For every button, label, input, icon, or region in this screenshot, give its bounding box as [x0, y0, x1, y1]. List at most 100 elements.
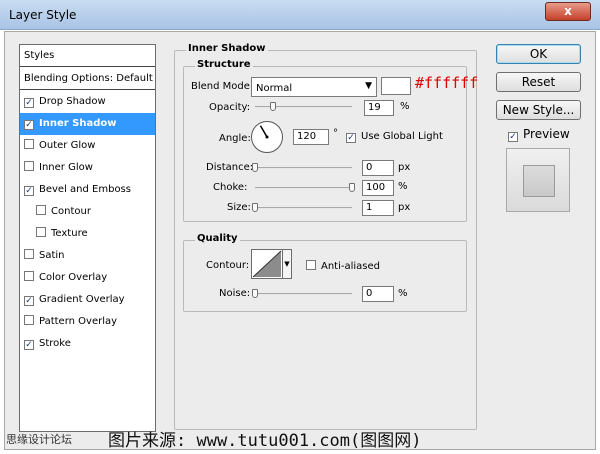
- watermark-site: 思缘设计论坛: [6, 433, 72, 446]
- outer-glow-checkbox[interactable]: [24, 139, 34, 149]
- opacity-label: Opacity:: [209, 102, 251, 113]
- sidebar-item-stroke[interactable]: ✓ Stroke: [20, 333, 155, 355]
- texture-checkbox[interactable]: [36, 227, 46, 237]
- opacity-unit: %: [400, 101, 410, 112]
- preview-swatch: [523, 165, 555, 197]
- styles-list: Styles Blending Options: Default ✓ Drop S…: [19, 44, 156, 432]
- sidebar-item-label: Drop Shadow: [39, 96, 106, 107]
- choke-input[interactable]: 100: [362, 180, 394, 196]
- anti-aliased[interactable]: Anti-aliased: [306, 260, 380, 272]
- distance-unit: px: [398, 162, 411, 173]
- inner-glow-checkbox[interactable]: [24, 161, 34, 171]
- gradient-overlay-checkbox[interactable]: ✓: [24, 296, 34, 306]
- contour-curve-icon: [252, 250, 282, 278]
- distance-label: Distance:: [206, 162, 254, 173]
- anti-aliased-label: Anti-aliased: [321, 261, 381, 272]
- use-global-light-checkbox[interactable]: ✓: [346, 133, 356, 143]
- contour-checkbox[interactable]: [36, 205, 46, 215]
- size-label: Size:: [227, 202, 251, 213]
- sidebar-item-label: Pattern Overlay: [39, 316, 118, 327]
- blend-mode-label: Blend Mode:: [191, 81, 254, 92]
- angle-label: Angle:: [219, 133, 251, 144]
- styles-header[interactable]: Styles: [20, 45, 155, 67]
- blending-options-item[interactable]: Blending Options: Default: [20, 68, 155, 90]
- inner-shadow-title: Inner Shadow: [186, 43, 268, 54]
- sidebar-item-inner-glow[interactable]: Inner Glow: [20, 157, 155, 179]
- inner-shadow-checkbox[interactable]: ✓: [24, 120, 34, 130]
- noise-unit: %: [398, 288, 408, 299]
- angle-dial[interactable]: [251, 121, 283, 153]
- distance-input[interactable]: 0: [362, 160, 394, 176]
- sidebar-item-label: Satin: [39, 250, 65, 261]
- choke-slider-track[interactable]: [255, 187, 352, 189]
- ok-button[interactable]: OK: [496, 44, 581, 64]
- contour-label: Contour:: [206, 260, 250, 271]
- angle-unit: °: [333, 128, 338, 139]
- sidebar-item-label: Outer Glow: [39, 140, 96, 151]
- sidebar-item-label: Inner Shadow: [39, 118, 117, 129]
- sidebar-item-bevel-emboss[interactable]: ✓ Bevel and Emboss: [20, 179, 155, 201]
- watermark-source: 图片来源: www.tutu001.com(图图网): [108, 431, 422, 451]
- noise-input[interactable]: 0: [362, 286, 394, 302]
- color-annotation: #ffffff: [415, 74, 479, 92]
- sidebar-item-label: Texture: [51, 228, 88, 239]
- quality-title: Quality: [195, 233, 240, 244]
- bevel-emboss-checkbox[interactable]: ✓: [24, 186, 34, 196]
- preview-toggle[interactable]: ✓ Preview: [508, 127, 570, 142]
- size-slider-handle[interactable]: [252, 203, 259, 212]
- sidebar-item-contour[interactable]: Contour: [20, 201, 155, 223]
- reset-button[interactable]: Reset: [496, 72, 581, 92]
- sidebar-item-label: Gradient Overlay: [39, 294, 125, 305]
- drop-shadow-checkbox[interactable]: ✓: [24, 98, 34, 108]
- chevron-down-icon: ▼: [365, 81, 372, 91]
- blend-mode-select[interactable]: Normal ▼: [251, 77, 377, 97]
- contour-dropdown-arrow[interactable]: ▼: [283, 249, 292, 279]
- choke-label: Choke:: [213, 182, 248, 193]
- sidebar-item-label: Stroke: [39, 338, 71, 349]
- sidebar-item-label: Contour: [51, 206, 91, 217]
- distance-slider-handle[interactable]: [252, 163, 258, 172]
- sidebar-item-outer-glow[interactable]: Outer Glow: [20, 135, 155, 157]
- pattern-overlay-checkbox[interactable]: [24, 315, 34, 325]
- use-global-light[interactable]: ✓ Use Global Light: [346, 131, 443, 143]
- anti-aliased-checkbox[interactable]: [306, 260, 316, 270]
- sidebar-item-label: Inner Glow: [39, 162, 93, 173]
- quality-group: [183, 240, 467, 312]
- size-unit: px: [398, 202, 411, 213]
- choke-slider-handle[interactable]: [349, 183, 355, 192]
- preview-label: Preview: [523, 127, 570, 141]
- noise-slider-track[interactable]: [255, 293, 352, 295]
- stroke-checkbox[interactable]: ✓: [24, 340, 34, 350]
- sidebar-item-label: Bevel and Emboss: [39, 184, 131, 195]
- noise-label: Noise:: [219, 288, 251, 299]
- color-overlay-checkbox[interactable]: [24, 271, 34, 281]
- style-preview: [506, 148, 570, 212]
- sidebar-item-satin[interactable]: Satin: [20, 245, 155, 267]
- sidebar-item-gradient-overlay[interactable]: ✓ Gradient Overlay: [20, 289, 155, 311]
- sidebar-item-label: Color Overlay: [39, 272, 108, 283]
- use-global-light-label: Use Global Light: [361, 131, 443, 142]
- window-title: Layer Style: [9, 8, 77, 22]
- size-input[interactable]: 1: [362, 200, 394, 216]
- angle-input[interactable]: 120: [293, 129, 329, 145]
- contour-picker[interactable]: [251, 249, 283, 279]
- distance-slider-track[interactable]: [255, 167, 352, 169]
- size-slider-track[interactable]: [255, 207, 352, 209]
- noise-slider-handle[interactable]: [252, 289, 258, 298]
- close-button[interactable]: x: [545, 2, 591, 21]
- blend-mode-value: Normal: [256, 83, 293, 94]
- preview-checkbox[interactable]: ✓: [508, 132, 518, 142]
- sidebar-item-pattern-overlay[interactable]: Pattern Overlay: [20, 311, 155, 333]
- sidebar-item-inner-shadow[interactable]: ✓ Inner Shadow: [20, 113, 155, 135]
- sidebar-item-color-overlay[interactable]: Color Overlay: [20, 267, 155, 289]
- choke-unit: %: [398, 181, 408, 192]
- shadow-color-swatch[interactable]: [381, 77, 411, 95]
- sidebar-item-texture[interactable]: Texture: [20, 223, 155, 245]
- opacity-input[interactable]: 19: [364, 100, 394, 116]
- satin-checkbox[interactable]: [24, 249, 34, 259]
- title-bar: [0, 0, 600, 30]
- angle-dial-needle: [259, 125, 269, 139]
- sidebar-item-drop-shadow[interactable]: ✓ Drop Shadow: [20, 91, 155, 113]
- new-style-button[interactable]: New Style...: [496, 100, 581, 120]
- structure-title: Structure: [195, 59, 253, 70]
